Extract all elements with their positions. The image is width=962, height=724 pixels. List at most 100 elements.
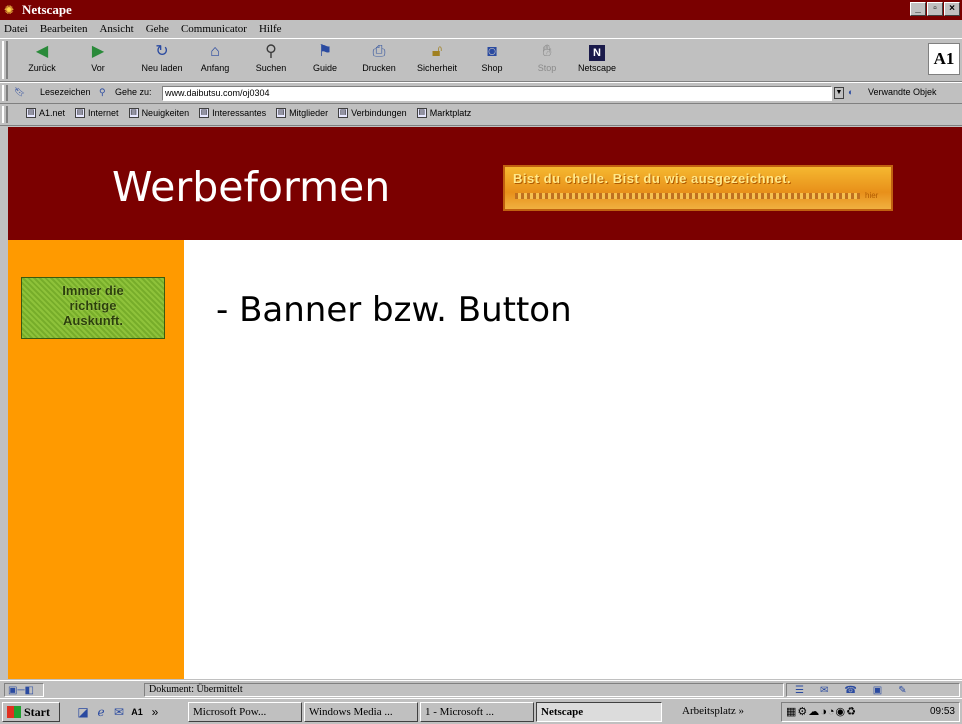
quicklaunch-chevron[interactable]: » <box>148 705 162 719</box>
home-label: Anfang <box>200 63 230 73</box>
bookmarks-icon[interactable]: 🔖︎ <box>14 87 25 98</box>
security-label: Sicherheit <box>416 63 458 73</box>
navigation-toolbar: ◀ Zurück ▶ Vor ↻ Neu laden ⌂ Anfang ⚲ Su… <box>0 38 962 82</box>
page-title: Werbeformen <box>112 163 391 211</box>
bookmark-icon: ▤ <box>128 108 139 118</box>
bookmarks-button[interactable]: Lesezeichen <box>40 87 91 97</box>
tray-icons[interactable]: ▦⚙☁◑◔◉♻ <box>786 705 857 718</box>
bookmark-interessantes[interactable]: ▤ Interessantes <box>199 108 266 118</box>
bookmark-verbindungen[interactable]: ▤ Verbindungen <box>338 108 407 118</box>
window-title: Netscape <box>22 2 72 17</box>
connection-icon: ▣─◧ <box>8 685 34 696</box>
windows-flag-icon <box>7 706 21 718</box>
reload-icon: ↻ <box>155 43 169 60</box>
bookmark-icon: ▤ <box>199 108 210 118</box>
banner-ad[interactable]: Bist du chelle. Bist du wie ausgezeichne… <box>503 165 893 211</box>
bookmark-marktplatz[interactable]: ▤ Marktplatz <box>416 108 471 118</box>
bookmark-a1net[interactable]: ▤ A1.net <box>26 108 65 118</box>
bookmark-internet[interactable]: ▤ Internet <box>75 108 119 118</box>
search-icon: ⚲ <box>265 43 277 60</box>
bookmark-mitglieder[interactable]: ▤ Mitglieder <box>276 108 328 118</box>
menu-datei[interactable]: Datei <box>2 23 30 35</box>
netscape-app-icon[interactable]: ✺ <box>4 3 18 17</box>
menu-ansicht[interactable]: Ansicht <box>97 23 135 35</box>
task-word[interactable]: 1 - Microsoft ... <box>420 702 534 722</box>
home-icon: ⌂ <box>210 43 220 60</box>
stop-label: Stop <box>537 63 557 73</box>
related-button[interactable]: Verwandte Objek <box>868 87 937 97</box>
personal-grip[interactable] <box>2 106 8 123</box>
bookmark-icon: ▤ <box>75 108 86 118</box>
location-icon[interactable]: ⚲ <box>99 87 106 98</box>
arbeitsplatz-toolbar[interactable]: Arbeitsplatz » <box>682 705 744 717</box>
search-label: Suchen <box>255 63 287 73</box>
security-status[interactable]: ▣─◧ <box>4 683 44 697</box>
menu-bearbeiten[interactable]: Bearbeiten <box>38 23 90 35</box>
a1-logo[interactable]: A1 <box>928 43 960 75</box>
banner-ad-bar <box>515 193 860 199</box>
bookmark-icon: ▤ <box>276 108 287 118</box>
window-titlebar: ✺ Netscape _ ▫ × <box>0 0 962 20</box>
arrow-right-icon: ▶ <box>91 43 105 60</box>
related-icon[interactable]: ◐ <box>848 87 853 97</box>
url-dropdown-icon[interactable]: ▼ <box>834 87 844 99</box>
back-button[interactable]: ◀ Zurück <box>22 41 62 79</box>
shop-button[interactable]: ◙ Shop <box>476 41 508 79</box>
security-button[interactable]: 🔓︎ Sicherheit <box>410 41 464 79</box>
bookmark-neuigkeiten[interactable]: ▤ Neuigkeiten <box>128 108 189 118</box>
a1-quicklaunch-icon[interactable]: A1 <box>130 705 144 719</box>
forward-label: Vor <box>91 63 105 73</box>
auskunft-line-2: richtige <box>69 298 117 313</box>
page-sidebar: Immer die richtige Auskunft. <box>8 240 184 679</box>
bookmark-icon: ▤ <box>338 108 349 118</box>
bookmark-icon: ▤ <box>416 108 427 118</box>
home-button[interactable]: ⌂ Anfang <box>196 41 234 79</box>
menu-gehe[interactable]: Gehe <box>144 23 171 35</box>
task-powerpoint[interactable]: Microsoft Pow... <box>188 702 302 722</box>
netscape-label: Netscape <box>577 63 617 73</box>
arrow-left-icon: ◀ <box>35 43 49 60</box>
personal-toolbar: ▤ A1.net ▤ Internet ▤ Neuigkeiten ▤ Interess… <box>0 104 962 126</box>
maximize-button[interactable]: ▫ <box>927 2 943 16</box>
print-icon: ⎙ <box>372 43 386 60</box>
outlook-icon[interactable]: ✉ <box>112 705 126 719</box>
reload-label: Neu laden <box>141 63 183 73</box>
shop-icon: ◙ <box>487 43 497 60</box>
back-label: Zurück <box>28 63 56 73</box>
forward-button[interactable]: ▶ Vor <box>82 41 114 79</box>
component-bar[interactable]: ☰✉☎▣✎ <box>786 683 960 697</box>
desktop-icon[interactable]: ◪ <box>76 705 90 719</box>
toolbar-grip[interactable] <box>2 41 8 79</box>
menu-hilfe[interactable]: Hilfe <box>257 23 284 35</box>
banner-ad-suffix: hier <box>865 191 879 200</box>
url-input[interactable]: www.daibutsu.com/oj0304 <box>162 86 832 101</box>
location-toolbar: 🔖︎ Lesezeichen ⚲ Gehe zu: www.daibutsu.c… <box>0 82 962 104</box>
menu-communicator[interactable]: Communicator <box>179 23 249 35</box>
minimize-button[interactable]: _ <box>910 2 926 16</box>
netscape-icon: N <box>572 41 622 63</box>
page-header: Werbeformen Bist du chelle. Bist du wie … <box>8 127 962 240</box>
guide-label: Guide <box>312 63 338 73</box>
stop-button[interactable]: ✋︎ Stop <box>532 41 562 79</box>
bookmark-icon: ▤ <box>26 108 36 118</box>
close-button[interactable]: × <box>944 2 960 16</box>
netscape-button[interactable]: N Netscape <box>572 41 622 79</box>
clock[interactable]: 09:53 <box>930 706 955 717</box>
goto-label: Gehe zu: <box>115 87 152 97</box>
start-label: Start <box>24 704 50 719</box>
print-label: Drucken <box>362 63 396 73</box>
location-grip[interactable] <box>2 85 8 101</box>
auskunft-button[interactable]: Immer die richtige Auskunft. <box>21 277 165 339</box>
guide-button[interactable]: ⚑ Guide <box>308 41 342 79</box>
start-button[interactable]: Start <box>2 702 60 722</box>
status-bar: ▣─◧ Dokument: Übermittelt ☰✉☎▣✎ <box>0 680 962 698</box>
ie-icon[interactable]: ℯ <box>94 705 108 719</box>
page-content[interactable]: Werbeformen Bist du chelle. Bist du wie … <box>8 127 962 679</box>
print-button[interactable]: ⎙ Drucken <box>358 41 400 79</box>
search-button[interactable]: ⚲ Suchen <box>250 41 292 79</box>
task-windows-media[interactable]: Windows Media ... <box>304 702 418 722</box>
auskunft-line-1: Immer die <box>62 283 124 298</box>
reload-button[interactable]: ↻ Neu laden <box>136 41 188 79</box>
guide-icon: ⚑ <box>317 43 333 60</box>
task-netscape[interactable]: Netscape <box>536 702 662 722</box>
